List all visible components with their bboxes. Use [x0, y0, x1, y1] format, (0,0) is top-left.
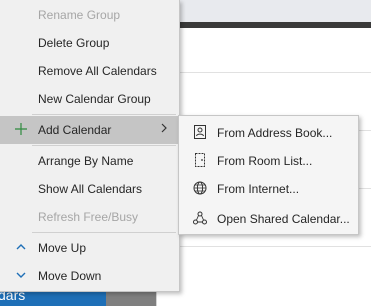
menu-item-refresh-free-busy[interactable]: Refresh Free/Busy	[0, 203, 179, 231]
submenu-item-label: From Room List...	[217, 154, 313, 168]
plus-icon	[14, 122, 28, 136]
menu-separator	[32, 145, 176, 146]
calendar-gridline	[157, 246, 371, 247]
menu-item-add-calendar[interactable]: Add Calendar	[0, 116, 179, 144]
menu-item-label: Add Calendar	[38, 123, 112, 137]
submenu-item-label: From Internet...	[217, 182, 300, 196]
globe-icon	[192, 180, 208, 196]
menu-item-label: Delete Group	[38, 36, 110, 50]
menu-item-label: Rename Group	[38, 8, 121, 22]
submenu-item-label: Open Shared Calendar...	[217, 212, 350, 226]
menu-item-label: Move Down	[38, 269, 102, 283]
calendar-header	[157, 0, 371, 22]
submenu-item-from-internet[interactable]: From Internet...	[179, 174, 358, 202]
chevron-down-icon	[14, 268, 28, 282]
menu-item-remove-all-calendars[interactable]: Remove All Calendars	[0, 57, 179, 85]
menu-item-label: Refresh Free/Busy	[38, 210, 139, 224]
chevron-right-icon	[160, 122, 168, 137]
menu-item-rename-group[interactable]: Rename Group	[0, 1, 179, 29]
submenu-item-from-room-list[interactable]: From Room List...	[179, 146, 358, 174]
address-book-icon	[192, 124, 208, 140]
menu-item-label: Show All Calendars	[38, 182, 143, 196]
submenu-item-from-address-book[interactable]: From Address Book...	[179, 118, 358, 146]
chevron-up-icon	[14, 240, 28, 254]
calendar-header-bar	[157, 22, 371, 28]
calendar-gridline	[157, 72, 371, 73]
menu-separator	[32, 232, 176, 233]
menu-item-show-all-calendars[interactable]: Show All Calendars	[0, 175, 179, 203]
menu-item-label: Move Up	[38, 241, 87, 255]
calendar-group-context-menu: Rename Group Delete Group Remove All Cal…	[0, 0, 180, 292]
room-list-icon	[192, 152, 208, 168]
submenu-item-open-shared-calendar[interactable]: Open Shared Calendar...	[179, 204, 358, 232]
submenu-item-label: From Address Book...	[217, 126, 333, 140]
add-calendar-submenu: From Address Book... From Room List... F…	[178, 115, 359, 235]
shared-calendar-icon	[192, 210, 208, 226]
menu-item-arrange-by-name[interactable]: Arrange By Name	[0, 147, 179, 175]
menu-item-delete-group[interactable]: Delete Group	[0, 29, 179, 57]
menu-item-move-up[interactable]: Move Up	[0, 234, 179, 262]
menu-item-label: New Calendar Group	[38, 92, 151, 106]
menu-item-move-down[interactable]: Move Down	[0, 262, 179, 290]
menu-separator	[32, 114, 176, 115]
menu-item-label: Remove All Calendars	[38, 64, 157, 78]
menu-item-label: Arrange By Name	[38, 154, 134, 168]
menu-item-new-calendar-group[interactable]: New Calendar Group	[0, 85, 179, 113]
